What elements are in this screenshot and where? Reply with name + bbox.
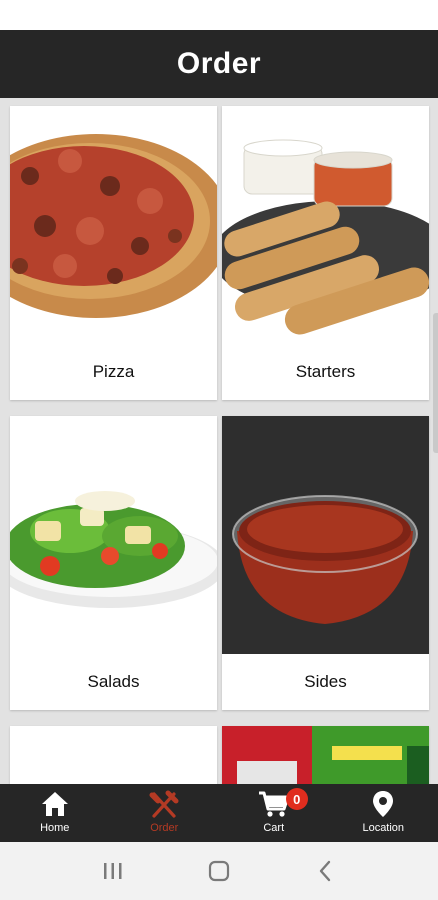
nav-item-cart[interactable]: 0 Cart xyxy=(219,784,329,842)
recent-apps-button[interactable] xyxy=(93,851,133,891)
salads-image xyxy=(10,416,217,654)
scroll-indicator[interactable] xyxy=(433,313,438,453)
back-chevron-icon xyxy=(319,860,331,882)
back-button[interactable] xyxy=(305,851,345,891)
starters-image xyxy=(222,106,429,344)
cart-icon xyxy=(258,791,290,817)
pizza-image xyxy=(10,106,217,344)
home-square-icon xyxy=(208,860,230,882)
page-title: Order xyxy=(176,47,262,80)
category-image xyxy=(10,726,217,784)
category-card-drinks[interactable] xyxy=(222,726,429,784)
category-card-salads[interactable]: Salads xyxy=(10,416,217,710)
system-navigation-bar xyxy=(0,842,438,900)
category-card-starters[interactable]: Starters xyxy=(222,106,429,400)
nav-item-order[interactable]: Order xyxy=(110,784,220,842)
cart-count-badge: 0 xyxy=(285,788,308,810)
nav-label-order: Order xyxy=(150,822,179,834)
category-card-partial[interactable] xyxy=(10,726,217,784)
category-grid[interactable]: Pizza Starters Salads Sides xyxy=(0,98,438,784)
app-bar: Order xyxy=(0,30,438,98)
nav-label-location: Location xyxy=(362,822,405,834)
category-card-pizza[interactable]: Pizza xyxy=(10,106,217,400)
home-button[interactable] xyxy=(199,851,239,891)
drinks-image xyxy=(222,726,429,784)
category-label: Starters xyxy=(295,362,356,381)
category-label: Pizza xyxy=(92,362,135,381)
location-pin-icon xyxy=(373,791,394,817)
nav-label-home: Home xyxy=(40,822,70,834)
status-bar xyxy=(0,0,438,30)
category-label: Salads xyxy=(87,672,140,691)
fork-knife-icon xyxy=(149,790,179,818)
nav-item-home[interactable]: Home xyxy=(0,784,110,842)
category-label: Sides xyxy=(304,672,347,691)
recent-apps-icon xyxy=(104,863,122,879)
nav-item-location[interactable]: Location xyxy=(329,784,438,842)
category-card-sides[interactable]: Sides xyxy=(222,416,429,710)
home-icon xyxy=(41,792,68,816)
nav-label-cart: Cart xyxy=(263,822,285,834)
sides-image xyxy=(222,416,429,654)
bottom-navigation: Home Order 0 Cart Location xyxy=(0,784,438,842)
